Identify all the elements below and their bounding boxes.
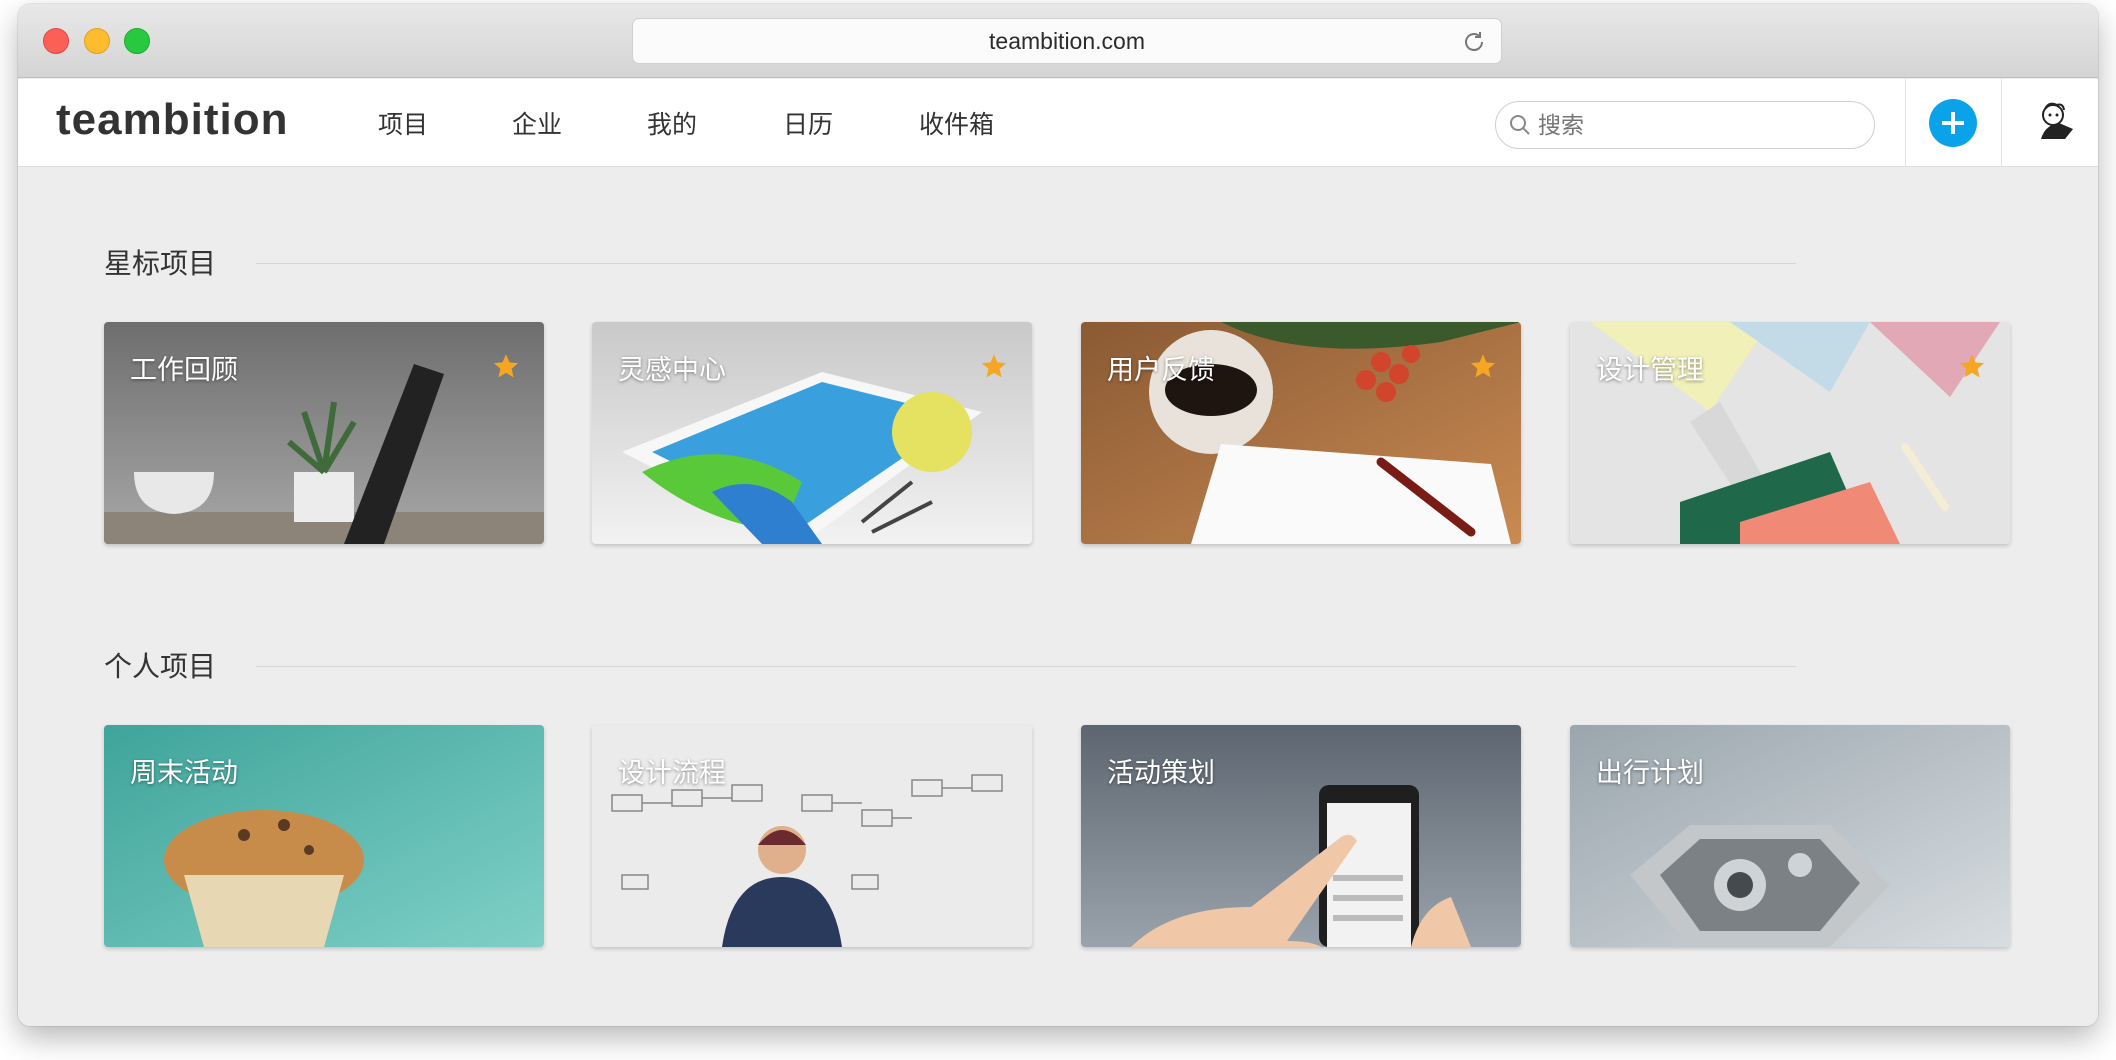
plus-icon [1942, 112, 1964, 134]
user-avatar[interactable] [2033, 99, 2079, 145]
section-divider [256, 263, 1796, 264]
project-card-design-process[interactable]: 设计流程 [592, 725, 1032, 947]
personal-section-title: 个人项目 [104, 651, 217, 682]
card-title: 设计流程 [618, 758, 726, 788]
card-title: 周末活动 [130, 758, 238, 788]
project-card-work-review[interactable]: 工作回顾 [104, 322, 544, 544]
header-divider [2001, 79, 2002, 167]
address-bar[interactable]: teambition.com [632, 18, 1502, 64]
card-title: 出行计划 [1596, 758, 1704, 788]
nav-item-enterprise[interactable]: 企业 [512, 105, 647, 141]
browser-titlebar: teambition.com [18, 4, 2098, 78]
minimize-window-button[interactable] [84, 28, 110, 54]
maximize-window-button[interactable] [124, 28, 150, 54]
card-title: 用户反馈 [1107, 355, 1215, 385]
card-title: 设计管理 [1596, 355, 1704, 385]
close-window-button[interactable] [43, 28, 69, 54]
nav-item-calendar[interactable]: 日历 [783, 105, 919, 141]
add-button[interactable] [1929, 99, 1977, 147]
search-icon [1510, 115, 1530, 135]
nav-item-mine[interactable]: 我的 [647, 105, 783, 141]
nav-item-inbox[interactable]: 收件箱 [919, 105, 994, 141]
reload-icon[interactable] [1461, 29, 1487, 55]
browser-window: teambition.com teambition 项目 企业 我的 日历 收件… [18, 4, 2098, 1026]
star-icon[interactable] [980, 352, 1008, 380]
section-divider [256, 666, 1796, 667]
project-card-design-management[interactable]: 设计管理 [1570, 322, 2010, 544]
search-box[interactable] [1495, 101, 1875, 149]
card-title: 灵感中心 [618, 355, 726, 385]
teambition-logo[interactable]: teambition [56, 95, 288, 145]
project-card-inspiration[interactable]: 灵感中心 [592, 322, 1032, 544]
project-card-event-planning[interactable]: 活动策划 [1081, 725, 1521, 947]
search-input[interactable] [1538, 111, 1858, 139]
header-divider [1905, 79, 1906, 167]
url-text: teambition.com [989, 27, 1145, 54]
main-nav: 项目 企业 我的 日历 收件箱 [378, 79, 994, 167]
star-icon[interactable] [1958, 352, 1986, 380]
card-title: 活动策划 [1107, 758, 1215, 788]
project-card-user-feedback[interactable]: 用户反馈 [1081, 322, 1521, 544]
project-card-travel-plan[interactable]: 出行计划 [1570, 725, 2010, 947]
app-header: teambition 项目 企业 我的 日历 收件箱 [18, 79, 2098, 167]
card-title: 工作回顾 [130, 355, 238, 385]
nav-item-projects[interactable]: 项目 [378, 105, 512, 141]
star-icon[interactable] [1469, 352, 1497, 380]
project-card-weekend-activity[interactable]: 周末活动 [104, 725, 544, 947]
star-icon[interactable] [492, 352, 520, 380]
starred-section-title: 星标项目 [104, 248, 217, 279]
